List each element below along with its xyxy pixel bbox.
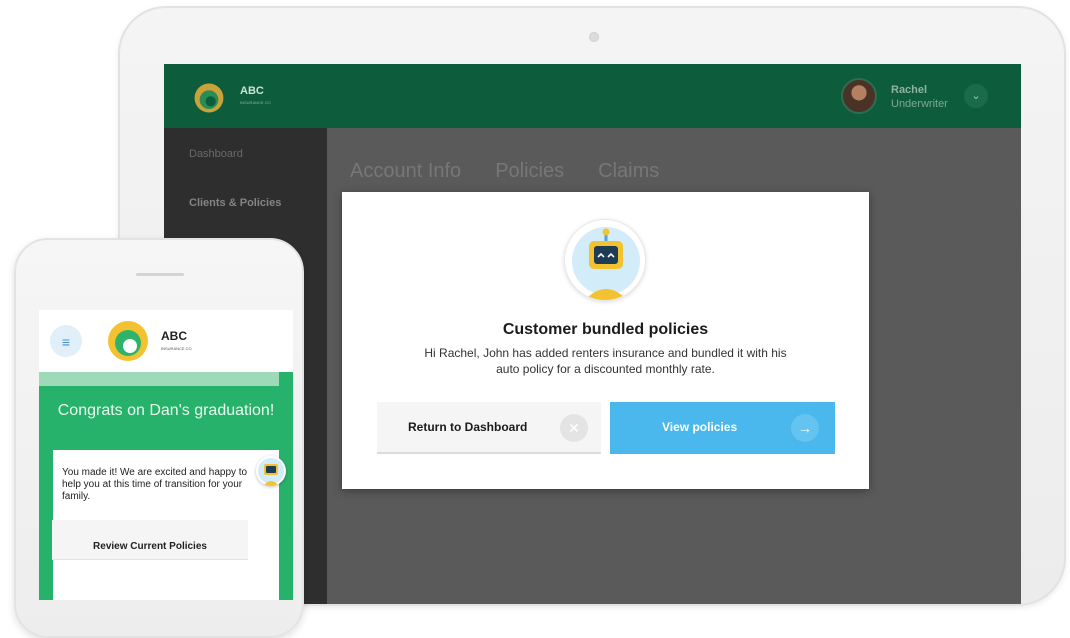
user-role: Underwriter (891, 98, 948, 110)
phone-device: ≡ ABC INSURANCE CO Congrats on Dan's gra… (14, 238, 304, 638)
app-header: ABC INSURANCE CO Rachel Underwriter ⌄ (164, 64, 1021, 128)
user-name: Rachel (891, 84, 928, 96)
modal-message: Hi Rachel, John has added renters insura… (382, 345, 829, 377)
phone-banner-strip (39, 372, 279, 386)
modal-message-line-1: Hi Rachel, John has added renters insura… (424, 346, 787, 360)
tab-policies[interactable]: Policies (495, 160, 564, 183)
abc-logo-icon[interactable] (192, 81, 226, 115)
phone-brand: ABC (161, 329, 187, 343)
review-current-policies-button[interactable]: Review Current Policies (52, 520, 248, 560)
header-brand-sub: INSURANCE CO (240, 100, 271, 105)
header-brand: ABC (240, 85, 264, 97)
robot-icon (564, 219, 646, 301)
chevron-down-icon[interactable]: ⌄ (964, 84, 988, 108)
tab-account-info[interactable]: Account Info (350, 160, 461, 183)
abc-logo-icon[interactable] (106, 318, 150, 364)
view-button-label: View policies (662, 420, 738, 434)
phone-header: ≡ ABC INSURANCE CO (39, 310, 293, 372)
modal-title: Customer bundled policies (502, 321, 709, 338)
return-to-dashboard-button[interactable]: Return to Dashboard ✕ (377, 402, 601, 454)
arrow-right-icon: → (791, 414, 819, 442)
account-tabs: Account Info Policies Claims (350, 160, 659, 183)
phone-speaker (136, 273, 184, 276)
robot-icon (256, 456, 286, 486)
review-button-label: Review Current Policies (93, 541, 207, 552)
view-policies-button[interactable]: View policies → (610, 402, 835, 454)
user-avatar[interactable] (841, 78, 877, 114)
phone-brand-sub: INSURANCE CO (161, 346, 192, 351)
tablet-camera (589, 32, 599, 42)
return-button-label: Return to Dashboard (408, 420, 528, 434)
notification-modal: Customer bundled policies Hi Rachel, Joh… (342, 192, 869, 489)
card-text: You made it! We are excited and happy to… (62, 467, 248, 502)
modal-message-line-2: auto policy for a discounted monthly rat… (496, 362, 715, 376)
tab-claims[interactable]: Claims (598, 160, 659, 183)
nav-item-clients-policies[interactable]: Clients & Policies (189, 197, 281, 209)
close-icon: ✕ (560, 414, 588, 442)
hamburger-icon[interactable]: ≡ (50, 325, 82, 357)
congrats-message: Congrats on Dan's graduation! (57, 402, 275, 419)
nav-item-dashboard[interactable]: Dashboard (189, 148, 243, 160)
